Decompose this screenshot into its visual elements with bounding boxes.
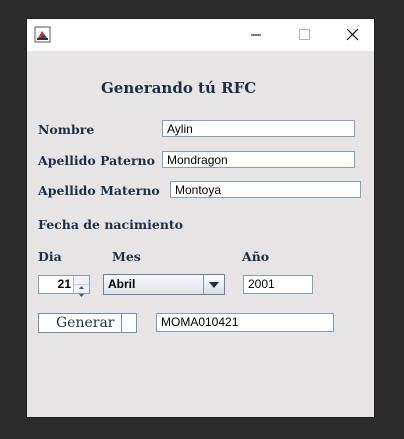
dia-label: Dia xyxy=(38,249,62,264)
mes-value: Abril xyxy=(108,277,136,291)
apellido-paterno-field[interactable]: Mondragon xyxy=(162,151,355,168)
chevron-down-icon[interactable] xyxy=(203,275,224,294)
anio-label: Año xyxy=(242,249,270,264)
fecha-nacimiento-label: Fecha de nacimiento xyxy=(38,217,184,232)
apellido-materno-field[interactable]: Montoya xyxy=(170,181,361,198)
generar-button-label: Generar xyxy=(56,315,115,331)
rfc-window: Generando tú RFC Nombre Aylin Apellido P… xyxy=(26,18,375,418)
close-icon[interactable] xyxy=(329,19,375,51)
java-app-icon xyxy=(34,26,51,43)
generar-button[interactable]: Generar xyxy=(38,313,137,333)
button-divider xyxy=(121,314,122,332)
rfc-result-field[interactable]: MOMA010421 xyxy=(156,313,334,332)
dia-value: 21 xyxy=(57,277,71,291)
spinner-arrows xyxy=(73,276,89,297)
spinner-down-icon[interactable] xyxy=(74,285,89,297)
nombre-field[interactable]: Aylin xyxy=(162,120,355,137)
apellido-materno-label: Apellido Materno xyxy=(38,183,160,198)
title-bar xyxy=(27,19,374,51)
maximize-icon[interactable] xyxy=(281,19,327,51)
nombre-label: Nombre xyxy=(38,122,95,137)
apellido-paterno-label: Apellido Paterno xyxy=(38,153,155,168)
spinner-up-icon[interactable] xyxy=(74,276,89,289)
page-title: Generando tú RFC xyxy=(101,79,257,97)
anio-field[interactable]: 2001 xyxy=(243,275,313,294)
minimize-icon[interactable] xyxy=(233,19,279,51)
mes-dropdown[interactable]: Abril xyxy=(103,274,225,295)
dia-spinner[interactable]: 21 xyxy=(38,275,90,297)
mes-label: Mes xyxy=(112,249,141,264)
